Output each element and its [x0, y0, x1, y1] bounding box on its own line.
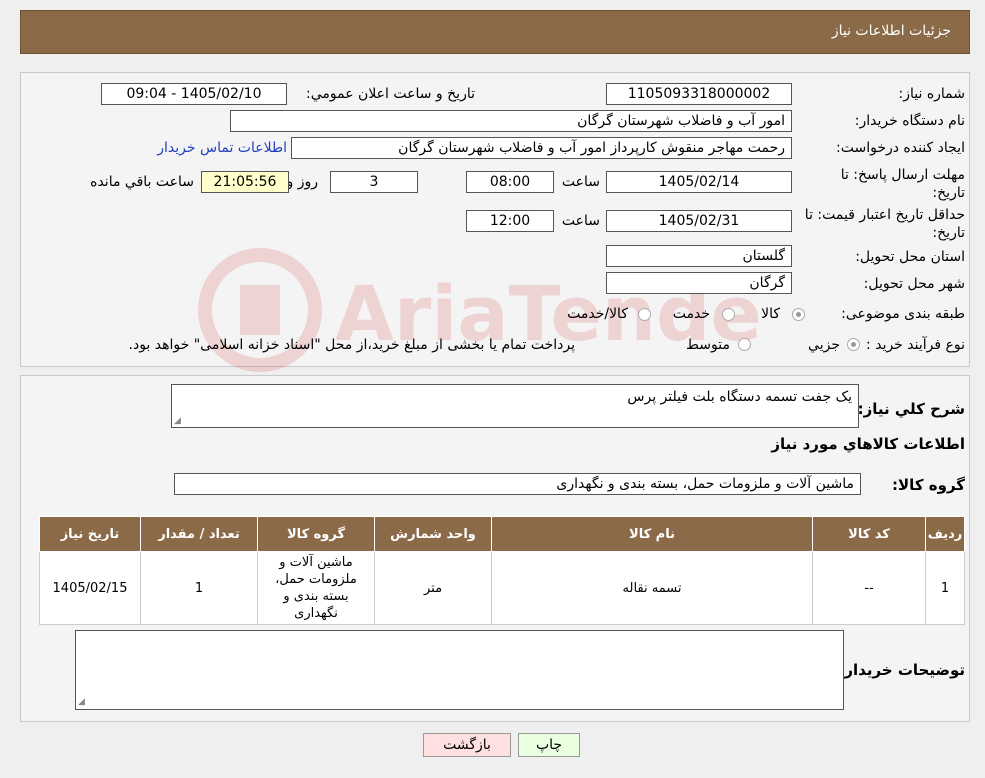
- cell-goods-name: تسمه نقاله: [491, 551, 813, 625]
- description-resize-handle[interactable]: ◢: [174, 417, 182, 426]
- buyer-contact-link[interactable]: اطلاعات تماس خريدار: [157, 140, 287, 156]
- cell-goods-code: --: [812, 551, 926, 625]
- goods-group-label: گروه کالا:: [892, 476, 965, 494]
- col-unit: واحد شمارش: [374, 516, 492, 552]
- category-radio-service[interactable]: [722, 308, 735, 321]
- city-field: گرگان: [606, 272, 792, 294]
- validity-time-label: ساعت: [561, 213, 600, 229]
- category-option-goods-service: کالا/خدمت: [567, 306, 628, 322]
- page-header: جزئیات اطلاعات نیاز: [20, 10, 970, 54]
- description-textarea[interactable]: یک جفت تسمه دستگاه بلت فیلتر پرس: [171, 384, 859, 428]
- col-goods-name: نام کالا: [491, 516, 813, 552]
- announce-label: تاریخ و ساعت اعلان عمومي:: [306, 86, 475, 102]
- remaining-time-field: 21:05:56: [201, 171, 289, 193]
- requester-label: ايجاد کننده درخواست:: [836, 140, 965, 156]
- deadline-label: مهلت ارسال پاسخ: تا تاریخ:: [840, 167, 965, 201]
- days-field: 3: [330, 171, 418, 193]
- days-label: روز و: [286, 174, 319, 190]
- col-goods-code: کد کالا: [812, 516, 926, 552]
- need-number-label: شماره نیاز:: [898, 86, 966, 102]
- city-label: شهر محل تحویل:: [863, 276, 965, 292]
- category-option-service: خدمت: [672, 306, 710, 322]
- page-title: جزئیات اطلاعات نیاز: [831, 23, 951, 39]
- cell-row-number: 1: [925, 551, 965, 625]
- process-option-medium: متوسط: [686, 337, 730, 353]
- cell-unit: متر: [374, 551, 492, 625]
- col-need-date: تاریخ نیاز: [39, 516, 141, 552]
- process-note: پرداخت تمام یا بخشی از مبلغ خرید،از محل …: [128, 337, 575, 353]
- col-goods-group: گروه کالا: [257, 516, 375, 552]
- process-radio-minor[interactable]: [847, 338, 860, 351]
- deadline-time-field: 08:00: [466, 171, 554, 193]
- description-label: شرح کلي نياز:: [857, 400, 965, 418]
- announce-datetime-field: 1405/02/10 - 09:04: [101, 83, 287, 105]
- buyer-notes-label: توضیحات خریدار:: [838, 661, 965, 679]
- deadline-date-field: 1405/02/14: [606, 171, 792, 193]
- validity-label: حداقل تاریخ اعتبار قیمت: تا تاریخ:: [804, 207, 965, 241]
- validity-date-field: 1405/02/31: [606, 210, 792, 232]
- cell-goods-group: ماشین آلات و ملزومات حمل، بسته بندی و نگ…: [257, 551, 375, 625]
- buyer-org-field: امور آب و فاضلاب شهرستان گرگان: [230, 110, 792, 132]
- remaining-label: ساعت باقي مانده: [90, 174, 194, 190]
- goods-table-header-row: رديف کد کالا نام کالا واحد شمارش گروه کا…: [39, 516, 965, 552]
- back-button[interactable]: بازگشت: [423, 733, 511, 757]
- category-option-goods: کالا: [761, 306, 780, 322]
- col-row-number: رديف: [925, 516, 965, 552]
- col-quantity: تعداد / مقدار: [140, 516, 258, 552]
- table-row: 1 -- تسمه نقاله متر ماشین آلات و ملزومات…: [39, 551, 965, 625]
- description-text: یک جفت تسمه دستگاه بلت فیلتر پرس: [627, 389, 852, 405]
- category-radio-goods-service[interactable]: [638, 308, 651, 321]
- process-option-minor: جزیي: [808, 337, 840, 353]
- cell-need-date: 1405/02/15: [39, 551, 141, 625]
- buyer-notes-resize-handle[interactable]: ◢: [78, 698, 86, 707]
- province-label: استان محل تحویل:: [855, 249, 965, 265]
- buyer-org-label: نام دستگاه خريدار:: [854, 113, 965, 129]
- requester-field: رحمت مهاجر منقوش کارپرداز امور آب و فاضل…: [291, 137, 792, 159]
- validity-time-field: 12:00: [466, 210, 554, 232]
- province-field: گلستان: [606, 245, 792, 267]
- cell-quantity: 1: [140, 551, 258, 625]
- need-number-field: 1105093318000002: [606, 83, 792, 105]
- category-label: طبقه بندی موضوعی:: [841, 306, 965, 322]
- goods-info-title: اطلاعات کالاهاي مورد نياز: [771, 435, 965, 453]
- goods-group-field: ماشین آلات و ملزومات حمل، بسته بندی و نگ…: [174, 473, 861, 495]
- goods-table: رديف کد کالا نام کالا واحد شمارش گروه کا…: [39, 516, 965, 625]
- process-radio-medium[interactable]: [738, 338, 751, 351]
- category-radio-goods[interactable]: [792, 308, 805, 321]
- deadline-time-label: ساعت: [561, 174, 600, 190]
- process-label: نوع فرآیند خرید :: [866, 337, 965, 353]
- buyer-notes-textarea[interactable]: [75, 630, 844, 710]
- print-button[interactable]: چاپ: [518, 733, 580, 757]
